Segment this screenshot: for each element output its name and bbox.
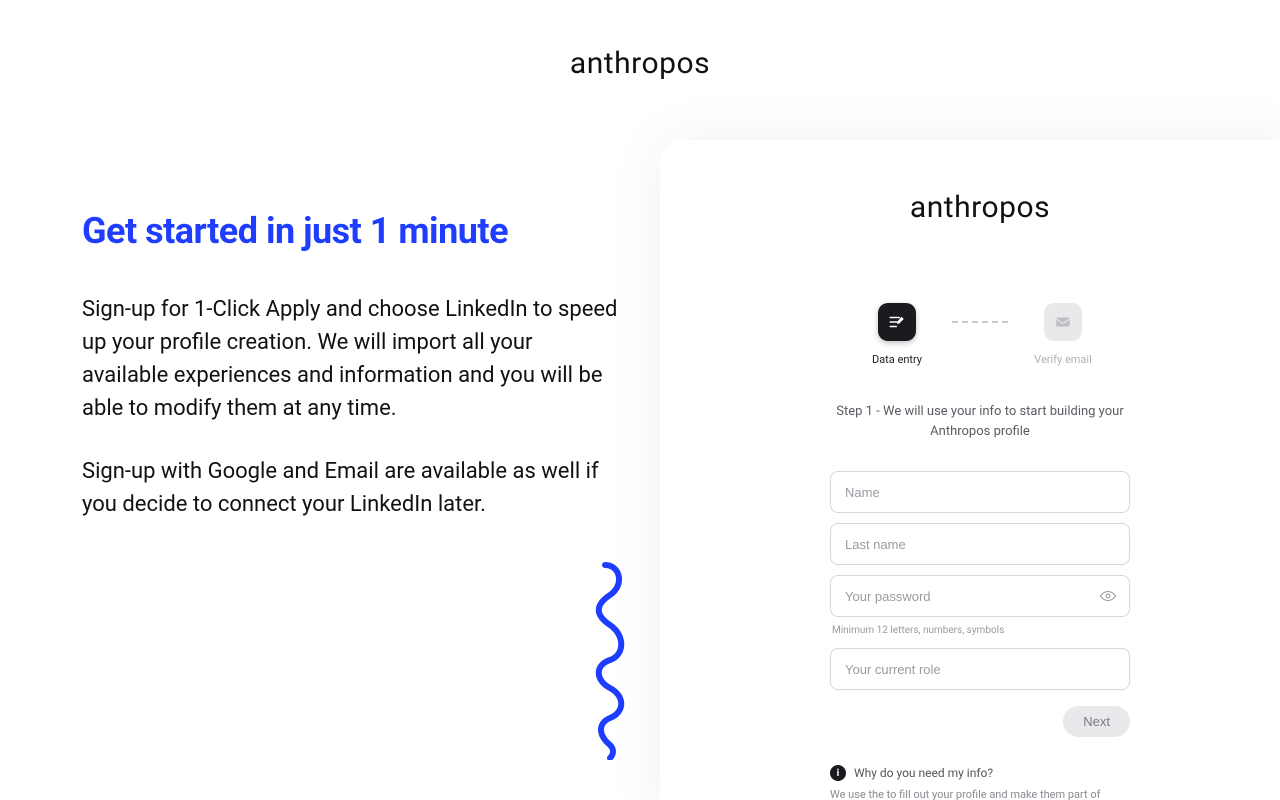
step-connector bbox=[952, 321, 1008, 323]
form-actions: Next bbox=[830, 706, 1130, 737]
stepper: Data entry Verify email bbox=[720, 303, 1240, 366]
info-question: Why do you need my info? bbox=[854, 766, 993, 780]
password-field-wrap bbox=[830, 575, 1130, 617]
step-data-entry-label: Data entry bbox=[872, 353, 922, 366]
name-field-wrap bbox=[830, 471, 1130, 513]
signup-card: anthropos Data entry Verify email Step 1… bbox=[660, 140, 1280, 800]
name-input[interactable] bbox=[830, 471, 1130, 513]
squiggle-decoration bbox=[570, 560, 640, 760]
step-description: Step 1 - We will use your info to start … bbox=[820, 402, 1140, 441]
next-button[interactable]: Next bbox=[1063, 706, 1130, 737]
card-brand: anthropos bbox=[720, 190, 1240, 225]
hero-paragraph-2: Sign-up with Google and Email are availa… bbox=[82, 455, 622, 521]
lastname-input[interactable] bbox=[830, 523, 1130, 565]
eye-icon bbox=[1099, 587, 1117, 605]
step-verify-email-label: Verify email bbox=[1034, 353, 1092, 366]
role-input[interactable] bbox=[830, 648, 1130, 690]
brand-header: anthropos bbox=[0, 46, 1280, 81]
form-icon bbox=[878, 303, 916, 341]
password-hint: Minimum 12 letters, numbers, symbols bbox=[830, 625, 1130, 636]
card-brand-name: anthropos bbox=[910, 190, 1050, 225]
info-answer: We use the to fill out your profile and … bbox=[830, 787, 1130, 800]
brand-name: anthropos bbox=[570, 46, 710, 81]
role-field-wrap bbox=[830, 648, 1130, 690]
password-input[interactable] bbox=[830, 575, 1130, 617]
info-row: i Why do you need my info? bbox=[830, 765, 1130, 781]
step-data-entry: Data entry bbox=[842, 303, 952, 366]
signup-form: Minimum 12 letters, numbers, symbols bbox=[830, 471, 1130, 690]
toggle-password-visibility-button[interactable] bbox=[1096, 584, 1120, 608]
info-icon: i bbox=[830, 765, 846, 781]
lastname-field-wrap bbox=[830, 523, 1130, 565]
page: anthropos Get started in just 1 minute S… bbox=[0, 0, 1280, 800]
hero-title: Get started in just 1 minute bbox=[82, 210, 622, 253]
hero-section: Get started in just 1 minute Sign-up for… bbox=[82, 210, 622, 521]
hero-paragraph-1: Sign-up for 1-Click Apply and choose Lin… bbox=[82, 293, 622, 425]
mail-icon bbox=[1044, 303, 1082, 341]
step-verify-email: Verify email bbox=[1008, 303, 1118, 366]
